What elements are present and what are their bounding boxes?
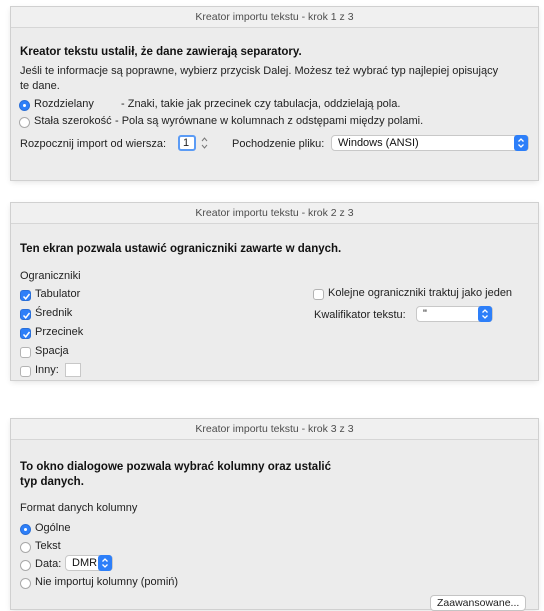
space-checkbox[interactable] bbox=[20, 347, 31, 358]
tab-label[interactable]: Tabulator bbox=[35, 288, 80, 300]
text-qualifier-label: Kwalifikator tekstu: bbox=[314, 309, 406, 321]
text-qualifier-select[interactable]: " bbox=[416, 306, 493, 322]
step3-heading-line2: typ danych. bbox=[20, 476, 84, 488]
step1-description-line2: te dane. bbox=[20, 80, 60, 92]
semicolon-checkbox[interactable] bbox=[20, 309, 31, 320]
space-label[interactable]: Spacja bbox=[35, 345, 69, 357]
step1-description-line1: Jeśli te informacje są poprawne, wybierz… bbox=[20, 65, 499, 77]
tab-checkbox[interactable] bbox=[20, 290, 31, 301]
dialog-title: Kreator importu tekstu - krok 2 z 3 bbox=[11, 203, 538, 224]
general-label[interactable]: Ogólne bbox=[35, 522, 70, 534]
step1-heading: Kreator tekstu ustalił, że dane zawieraj… bbox=[20, 46, 302, 58]
stepper-arrows-icon bbox=[201, 137, 208, 149]
fixed-width-radio[interactable] bbox=[19, 117, 30, 128]
text-label[interactable]: Tekst bbox=[35, 540, 61, 552]
dialog-title: Kreator importu tekstu - krok 1 z 3 bbox=[11, 7, 538, 28]
delimited-label[interactable]: Rozdzielany bbox=[34, 98, 94, 110]
consecutive-delimiters-label[interactable]: Kolejne ograniczniki traktuj jako jeden bbox=[328, 287, 512, 299]
comma-label[interactable]: Przecinek bbox=[35, 326, 83, 338]
skip-column-label[interactable]: Nie importuj kolumny (pomiń) bbox=[35, 576, 178, 588]
file-origin-label: Pochodzenie pliku: bbox=[232, 138, 325, 150]
text-qualifier-value: " bbox=[423, 308, 427, 320]
step2-heading: Ten ekran pozwala ustawić ograniczniki z… bbox=[20, 243, 342, 255]
column-format-group-label: Format danych kolumny bbox=[20, 502, 138, 514]
select-arrow-icon bbox=[478, 306, 492, 322]
text-radio[interactable] bbox=[20, 542, 31, 553]
date-radio[interactable] bbox=[20, 560, 31, 571]
start-row-label: Rozpocznij import od wiersza: bbox=[20, 138, 167, 150]
checkmark-icon bbox=[22, 312, 31, 319]
file-origin-select[interactable]: Windows (ANSI) bbox=[331, 135, 529, 151]
skip-column-radio[interactable] bbox=[20, 578, 31, 589]
checkmark-icon bbox=[22, 331, 31, 338]
date-format-value: DMR bbox=[72, 557, 98, 569]
comma-checkbox[interactable] bbox=[20, 328, 31, 339]
other-label[interactable]: Inny: bbox=[35, 364, 59, 376]
checkmark-icon bbox=[22, 293, 31, 300]
semicolon-label[interactable]: Średnik bbox=[35, 307, 72, 319]
select-arrow-icon bbox=[98, 555, 112, 571]
delimiters-group-label: Ograniczniki bbox=[20, 270, 81, 282]
start-row-input[interactable]: 1 bbox=[178, 135, 196, 151]
step3-heading-line1: To okno dialogowe pozwala wybrać kolumny… bbox=[20, 461, 331, 473]
select-arrow-icon bbox=[514, 135, 528, 151]
import-wizard-step1-dialog: Kreator importu tekstu - krok 1 z 3 Krea… bbox=[11, 7, 538, 180]
import-wizard-step2-dialog: Kreator importu tekstu - krok 2 z 3 Ten … bbox=[11, 203, 538, 380]
fixed-width-label[interactable]: Stała szerokość bbox=[34, 115, 112, 127]
other-delimiter-input[interactable] bbox=[65, 363, 81, 377]
general-radio[interactable] bbox=[20, 524, 31, 535]
file-origin-value: Windows (ANSI) bbox=[338, 137, 419, 149]
start-row-stepper[interactable] bbox=[200, 135, 209, 151]
import-wizard-step3-dialog: Kreator importu tekstu - krok 3 z 3 To o… bbox=[11, 419, 538, 611]
consecutive-delimiters-checkbox[interactable] bbox=[313, 289, 324, 300]
date-label[interactable]: Data: bbox=[35, 558, 61, 570]
dialog-title: Kreator importu tekstu - krok 3 z 3 bbox=[11, 419, 538, 440]
fixed-width-description: - Pola są wyrównane w kolumnach z odstęp… bbox=[115, 115, 424, 127]
delimited-description: - Znaki, takie jak przecinek czy tabulac… bbox=[121, 98, 401, 110]
delimited-radio[interactable] bbox=[19, 100, 30, 111]
other-checkbox[interactable] bbox=[20, 366, 31, 377]
date-format-select[interactable]: DMR bbox=[65, 555, 113, 571]
